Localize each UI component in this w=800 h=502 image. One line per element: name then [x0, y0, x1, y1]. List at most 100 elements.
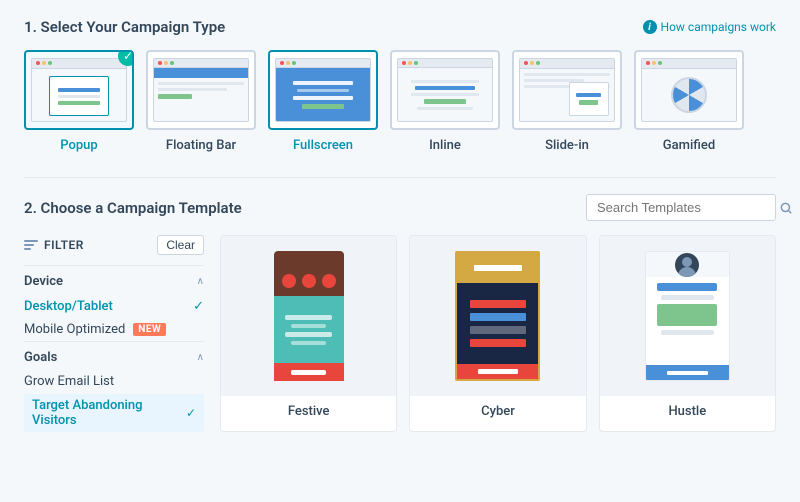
- slidein-browser-bar: [520, 59, 613, 69]
- template-card-cyber[interactable]: Cyber: [409, 235, 586, 432]
- template-grid: Festive: [220, 235, 776, 432]
- grow-email-label: Grow Email List: [24, 374, 114, 389]
- dot-red: [36, 61, 40, 65]
- floatbar-line1: [158, 82, 243, 85]
- dot-red: [646, 61, 650, 65]
- hustle-avatar: [675, 253, 699, 277]
- slidein-line2: [524, 79, 584, 82]
- campaign-type-popup[interactable]: ✓ Popup: [24, 50, 134, 153]
- cyber-top-bar: [474, 265, 523, 271]
- hustle-top: [646, 252, 729, 277]
- campaign-type-fullscreen[interactable]: Fullscreen: [268, 50, 378, 153]
- goal-item-grow-email[interactable]: Grow Email List: [24, 371, 204, 392]
- festive-name: Festive: [221, 396, 396, 427]
- template-card-festive[interactable]: Festive: [220, 235, 397, 432]
- gamified-browser-bar: [642, 59, 735, 69]
- mobile-optimized-row[interactable]: Mobile Optimized NEW: [24, 318, 204, 341]
- slidein-illustration: [519, 58, 614, 123]
- filter-header-row: FILTER Clear: [24, 235, 204, 255]
- main-content: FILTER Clear Device ∧ Desktop/Tablet ✓ M…: [24, 235, 776, 432]
- goals-filter-header[interactable]: Goals ∧: [24, 341, 204, 371]
- popup-bar1: [58, 88, 100, 92]
- slidein-card-bar1: [576, 93, 602, 97]
- gamified-wheel-area: [642, 69, 735, 113]
- festive-bar3: [285, 332, 331, 337]
- goals-chevron-icon: ∧: [197, 352, 204, 363]
- new-badge: NEW: [133, 323, 166, 336]
- dot-yellow: [408, 61, 412, 65]
- hustle-bar-green: [657, 304, 717, 326]
- cyber-bottom: [457, 364, 538, 379]
- gamified-thumb: [634, 50, 744, 130]
- fs-bar1: [293, 81, 353, 85]
- floatbar-line-green: [158, 94, 192, 99]
- section-divider: [24, 177, 776, 178]
- fullscreen-thumb: [268, 50, 378, 130]
- section1-title: 1. Select Your Campaign Type: [24, 18, 225, 36]
- festive-bottom: [274, 363, 344, 381]
- dot-red: [280, 61, 284, 65]
- section2-header: 2. Choose a Campaign Template: [24, 194, 776, 221]
- slidein-line1: [524, 73, 609, 76]
- how-campaigns-link[interactable]: i How campaigns work: [643, 20, 776, 34]
- fs-bar3: [293, 96, 353, 100]
- search-input[interactable]: [597, 200, 773, 215]
- campaign-type-gamified[interactable]: Gamified: [634, 50, 744, 153]
- cyber-name: Cyber: [410, 396, 585, 427]
- popup-bar3: [58, 101, 100, 105]
- goal-item-target-abandoning[interactable]: Target Abandoning Visitors ✓: [24, 394, 204, 432]
- campaign-type-slide-in[interactable]: Slide-in: [512, 50, 622, 153]
- template-card-hustle[interactable]: Hustle: [599, 235, 776, 432]
- fullscreen-label: Fullscreen: [293, 138, 353, 153]
- device-option-desktop[interactable]: Desktop/Tablet ✓: [24, 295, 204, 318]
- festive-body: [274, 296, 344, 363]
- section1-header: 1. Select Your Campaign Type i How campa…: [24, 18, 776, 36]
- cyber-body: [457, 283, 538, 364]
- festive-circles: [282, 274, 336, 288]
- popup-label: Popup: [60, 138, 97, 153]
- popup-browser-bar: [32, 59, 125, 69]
- hustle-avatar-head: [682, 257, 692, 267]
- section2-title: 2. Choose a Campaign Template: [24, 199, 242, 217]
- goals-filter-title: Goals: [24, 350, 57, 365]
- campaign-type-floating-bar[interactable]: Floating Bar: [146, 50, 256, 153]
- popup-thumb: ✓: [24, 50, 134, 130]
- dot-green: [658, 61, 662, 65]
- device-filter-header[interactable]: Device ∧: [24, 265, 204, 295]
- info-icon: i: [643, 20, 657, 34]
- inline-bar-green: [424, 99, 467, 104]
- device-filter-title: Device: [24, 274, 63, 289]
- cyber-row4: [470, 339, 525, 347]
- filter-line1: [24, 240, 38, 242]
- popup-modal: [49, 76, 109, 116]
- inline-bar3: [417, 107, 473, 110]
- slide-in-thumb: [512, 50, 622, 130]
- hustle-thumb: [600, 236, 775, 396]
- search-icon: [779, 201, 793, 215]
- campaign-type-list: ✓ Popup: [24, 50, 776, 153]
- campaign-type-inline[interactable]: Inline: [390, 50, 500, 153]
- desktop-tablet-label: Desktop/Tablet: [24, 299, 113, 314]
- dot-red: [402, 61, 406, 65]
- hustle-bar-gray1: [661, 295, 714, 300]
- fs-bar-green: [302, 104, 345, 109]
- filter-icon: [24, 239, 38, 251]
- floatbar-browser-bar: [153, 58, 248, 68]
- festive-bar2: [291, 324, 326, 328]
- festive-top: [274, 251, 344, 296]
- cyber-btn-bar: [478, 369, 519, 374]
- slide-in-label: Slide-in: [545, 138, 589, 153]
- clear-filter-button[interactable]: Clear: [157, 235, 204, 255]
- festive-bar4: [291, 341, 326, 345]
- inline-content: [397, 68, 492, 123]
- cyber-row3: [470, 326, 525, 334]
- hustle-body: [646, 277, 729, 365]
- inline-thumb: [390, 50, 500, 130]
- gamified-illustration: [641, 58, 736, 123]
- inline-illustration: [397, 58, 492, 123]
- festive-circle2: [302, 274, 316, 288]
- festive-circle1: [282, 274, 296, 288]
- dot-red: [524, 61, 528, 65]
- how-link-text: How campaigns work: [661, 20, 776, 34]
- dot-yellow: [286, 61, 290, 65]
